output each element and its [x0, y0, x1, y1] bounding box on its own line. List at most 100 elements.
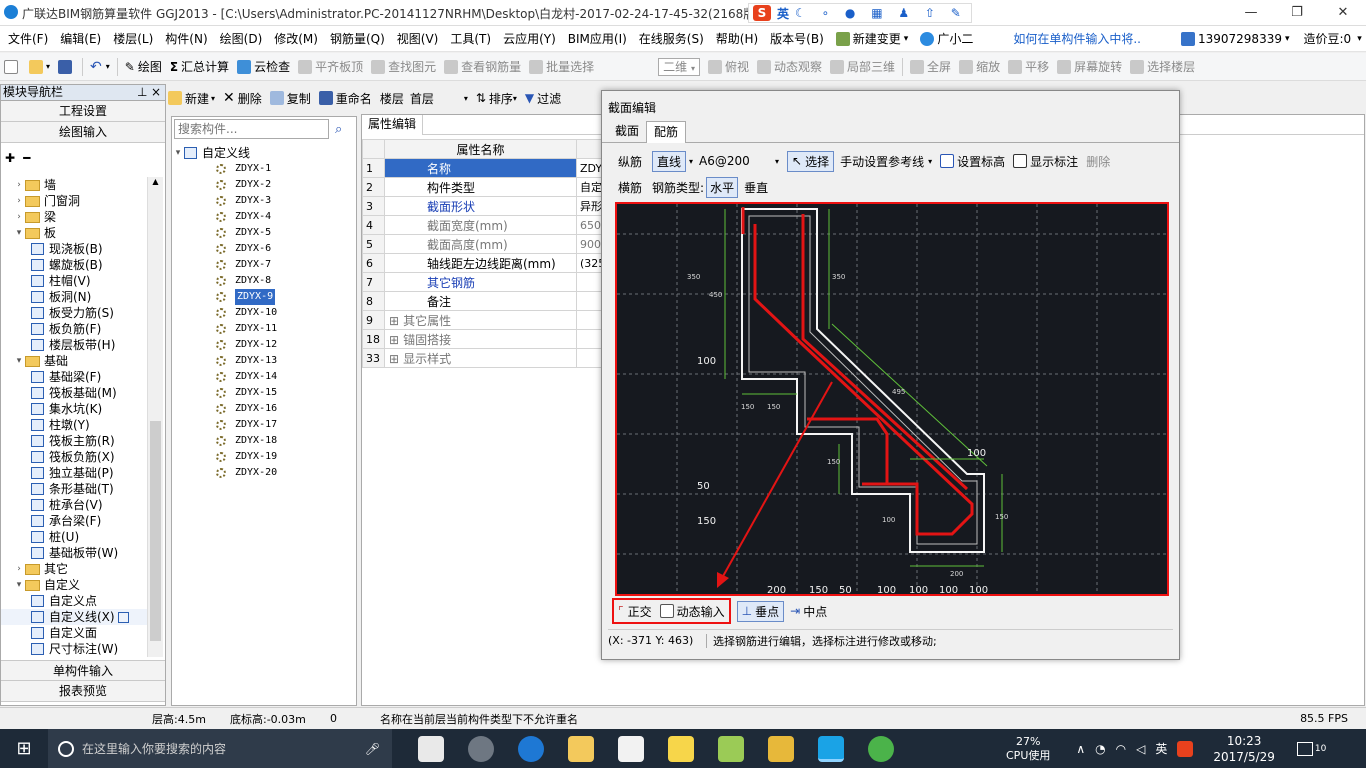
- tree-item[interactable]: 筏板主筋(R): [1, 433, 147, 449]
- chevron-right-icon[interactable]: ›: [13, 177, 25, 193]
- top-view-button[interactable]: 俯视: [704, 53, 753, 81]
- rename-button[interactable]: 重命名: [318, 90, 372, 107]
- ime-lang-label[interactable]: 英: [777, 5, 789, 22]
- new-change-button[interactable]: 新建变更 ▾: [835, 30, 908, 47]
- grid-icon[interactable]: [117, 611, 129, 623]
- component-item[interactable]: ZDYX-14: [172, 369, 356, 385]
- tree-item[interactable]: 自定义线(X): [1, 609, 147, 625]
- perpendicular-snap-toggle[interactable]: ⊥ 垂点: [736, 600, 785, 622]
- dimension-label[interactable]: 100: [909, 585, 928, 594]
- tab-property-edit[interactable]: 属性编辑: [362, 114, 424, 135]
- dynamic-input-toggle[interactable]: 动态输入: [659, 603, 725, 620]
- tree-item[interactable]: 现浇板(B): [1, 241, 147, 257]
- tree-folder[interactable]: ▾ 板: [1, 225, 147, 241]
- assistant-button[interactable]: 广小二: [920, 30, 973, 47]
- menu-item[interactable]: 视图(V): [391, 26, 445, 52]
- find-element-button[interactable]: 查找图元: [367, 53, 440, 81]
- dimension-label[interactable]: 50: [839, 585, 852, 594]
- section-outline[interactable]: [741, 208, 985, 553]
- tree-item[interactable]: 承台梁(F): [1, 513, 147, 529]
- component-item[interactable]: ZDYX-9: [172, 289, 356, 305]
- dimension-label[interactable]: 495: [892, 388, 905, 396]
- close-button[interactable]: ✕: [1320, 0, 1366, 26]
- ime-toolbar[interactable]: S 英 ☾ ∘ ● ▦ ♟ ⇧ ✎: [748, 3, 972, 23]
- tree-item[interactable]: 桩承台(V): [1, 497, 147, 513]
- horizontal-toggle[interactable]: 水平: [706, 176, 739, 198]
- chevron-right-icon[interactable]: ›: [13, 193, 25, 209]
- search-icon[interactable]: ⌕: [335, 122, 342, 137]
- menu-item[interactable]: 编辑(E): [54, 26, 107, 52]
- menu-item[interactable]: 绘图(D): [214, 26, 269, 52]
- tree-folder[interactable]: › 梁: [1, 209, 147, 225]
- dimension-label[interactable]: 100: [882, 516, 895, 524]
- property-row[interactable]: 9 ⊞ 其它属性: [362, 310, 614, 330]
- property-row[interactable]: 8 备注: [362, 291, 614, 311]
- dimension-label[interactable]: 200: [950, 570, 963, 578]
- undo-button[interactable]: ↶ ▾: [86, 53, 114, 81]
- component-item[interactable]: ZDYX-17: [172, 417, 356, 433]
- show-dimension-button[interactable]: 显示标注: [1013, 153, 1078, 170]
- dialog-delete-button[interactable]: 删除: [1086, 153, 1110, 170]
- vertical-toggle[interactable]: 垂直: [744, 179, 768, 196]
- dimension-label[interactable]: 100: [877, 585, 896, 594]
- search-input[interactable]: [174, 119, 329, 139]
- dimension-label[interactable]: 100: [969, 585, 988, 594]
- tree-item[interactable]: 基础梁(F): [1, 369, 147, 385]
- component-item[interactable]: ZDYX-2: [172, 177, 356, 193]
- windows-start-icon[interactable]: ⊞: [0, 738, 48, 759]
- sogou-tray-icon[interactable]: [1177, 740, 1194, 757]
- tree-folder[interactable]: ▾ 自定义: [1, 577, 147, 593]
- component-item[interactable]: ZDYX-6: [172, 241, 356, 257]
- file-explorer-icon[interactable]: [568, 735, 594, 762]
- menu-item[interactable]: 构件(N): [159, 26, 213, 52]
- tree-item[interactable]: 筏板基础(M): [1, 385, 147, 401]
- expand-icon[interactable]: ⊞: [389, 333, 399, 347]
- new-file-button[interactable]: [0, 53, 25, 81]
- tree-folder[interactable]: ▾ 基础: [1, 353, 147, 369]
- property-row[interactable]: 33 ⊞ 显示样式: [362, 348, 614, 368]
- single-input-section[interactable]: 单构件输入: [1, 660, 165, 681]
- zoom-button[interactable]: 缩放: [955, 53, 1004, 81]
- dimension-label[interactable]: 200: [767, 585, 786, 594]
- draw-input-section[interactable]: 绘图输入: [1, 122, 165, 143]
- property-row[interactable]: 2 构件类型 自定: [362, 177, 614, 197]
- tree-item[interactable]: 筏板负筋(X): [1, 449, 147, 465]
- tree-item[interactable]: 螺旋板(B): [1, 257, 147, 273]
- tray-chevron-icon[interactable]: ∧: [1076, 742, 1085, 756]
- edit-app-icon[interactable]: [768, 735, 794, 762]
- chevron-right-icon[interactable]: ›: [13, 209, 25, 225]
- tree-item[interactable]: 自定义点: [1, 593, 147, 609]
- local-3d-button[interactable]: 局部三维: [826, 53, 899, 81]
- property-row[interactable]: 18 ⊞ 锚固搭接: [362, 329, 614, 349]
- chevron-down-icon[interactable]: ▾: [13, 225, 25, 241]
- property-row[interactable]: 1 名称 ZDYX: [362, 158, 614, 178]
- dimension-label[interactable]: 450: [709, 291, 722, 299]
- batch-select-button[interactable]: 批量选择: [525, 53, 598, 81]
- component-item[interactable]: ZDYX-12: [172, 337, 356, 353]
- glodon-app-icon[interactable]: [818, 735, 844, 762]
- maximize-button[interactable]: ❐: [1274, 0, 1320, 26]
- property-row[interactable]: 3 截面形状 异形: [362, 196, 614, 216]
- midpoint-snap-toggle[interactable]: ⇥ 中点: [790, 603, 827, 620]
- manual-ref-line-button[interactable]: 手动设置参考线 ▾: [840, 153, 932, 170]
- draw-button[interactable]: ✎ 绘图: [121, 53, 166, 81]
- component-item[interactable]: ZDYX-20: [172, 465, 356, 481]
- component-item[interactable]: ZDYX-4: [172, 209, 356, 225]
- dimension-label[interactable]: 150: [741, 403, 754, 411]
- component-item[interactable]: ZDYX-3: [172, 193, 356, 209]
- fullscreen-button[interactable]: 全屏: [906, 53, 955, 81]
- property-row[interactable]: 5 截面高度(mm) 900: [362, 234, 614, 254]
- tree-item[interactable]: 桩(U): [1, 529, 147, 545]
- help-app-icon[interactable]: [668, 735, 694, 762]
- section-canvas[interactable]: 350 450 350 495 100 100 150 150 150 100 50 150 150 20…: [615, 202, 1169, 596]
- tree-item[interactable]: 柱帽(V): [1, 273, 147, 289]
- align-slab-top-button[interactable]: 平齐板顶: [294, 53, 367, 81]
- menu-item[interactable]: BIM应用(I): [562, 26, 633, 52]
- ime-tools-icon[interactable]: ☾ ∘ ● ▦ ♟ ⇧ ✎: [795, 6, 967, 20]
- dimension-label[interactable]: 350: [832, 273, 845, 281]
- notes-app-icon[interactable]: [718, 735, 744, 762]
- tree-item[interactable]: 楼层板带(H): [1, 337, 147, 353]
- pin-icon[interactable]: ⊥: [137, 85, 151, 100]
- tree-item[interactable]: 柱墩(Y): [1, 417, 147, 433]
- menu-item[interactable]: 云应用(Y): [497, 26, 562, 52]
